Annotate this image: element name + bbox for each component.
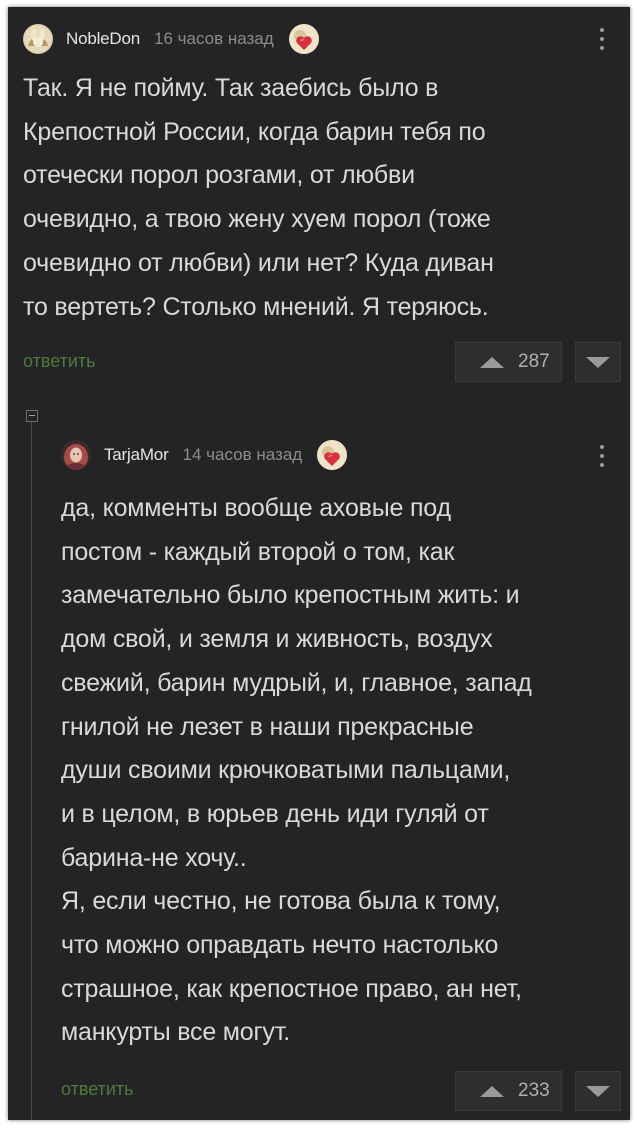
arrow-up-icon <box>480 1085 504 1097</box>
more-options-button[interactable] <box>595 24 609 54</box>
comments-thread: NobleDon 16 часов назад Так. Я не пойму.… <box>8 7 630 1120</box>
score-value: 287 <box>518 351 550 372</box>
arrow-up-icon <box>480 356 504 368</box>
heart-badge-icon <box>288 23 320 55</box>
downvote-button[interactable] <box>575 1071 621 1111</box>
thread-line <box>31 422 32 1120</box>
reply-button[interactable]: ответить <box>61 1079 134 1100</box>
comment-username[interactable]: NobleDon <box>66 29 140 49</box>
arrow-down-icon <box>586 356 610 368</box>
comment-text: да, комменты вообще аховые под постом - … <box>61 494 532 1047</box>
arrow-down-icon <box>586 1085 610 1097</box>
upvote-button[interactable]: 287 <box>456 343 550 381</box>
upvote-box: 233 <box>455 1071 562 1111</box>
downvote-button[interactable] <box>575 342 621 382</box>
collapse-thread-button[interactable] <box>26 410 38 422</box>
upvote-box: 287 <box>455 342 562 382</box>
comment-timestamp: 16 часов назад <box>154 29 274 48</box>
comment-header: TarjaMor 14 часов назад <box>61 439 348 471</box>
upvote-button[interactable]: 233 <box>456 1072 550 1110</box>
rabbit-avatar-icon[interactable] <box>23 24 53 54</box>
comment-header: NobleDon 16 часов назад <box>23 23 320 55</box>
comment-timestamp: 14 часов назад <box>182 445 303 464</box>
woman-portrait-avatar-icon[interactable] <box>61 440 91 470</box>
more-options-button[interactable] <box>595 441 609 471</box>
reply-button[interactable]: ответить <box>23 351 96 372</box>
score-value: 233 <box>518 1080 550 1101</box>
heart-badge-icon <box>316 439 348 471</box>
comment-username[interactable]: TarjaMor <box>104 445 169 465</box>
comment-text: Так. Я не пойму. Так заебись было в Креп… <box>23 74 494 321</box>
